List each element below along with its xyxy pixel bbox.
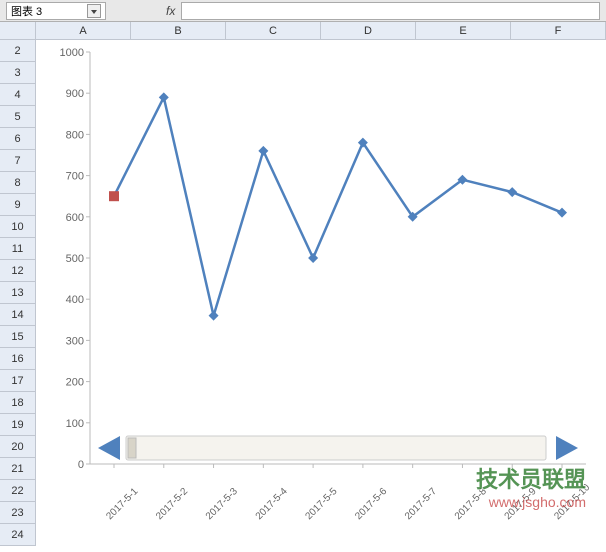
row-header[interactable]: 19 [0,414,35,436]
row-header[interactable]: 17 [0,370,35,392]
scroll-left-icon[interactable] [98,436,120,460]
svg-text:2017-5-10: 2017-5-10 [552,482,592,522]
row-headers: 2 3 4 5 6 7 8 9 10 11 12 13 14 15 16 17 … [0,40,36,546]
line-chart: 0 100 200 300 400 500 600 700 800 900 1000 2017-5-1… [44,44,596,544]
col-header[interactable]: B [131,22,226,39]
row-header[interactable]: 22 [0,480,35,502]
row-header[interactable]: 5 [0,106,35,128]
svg-text:0: 0 [78,459,84,471]
svg-text:2017-5-5: 2017-5-5 [303,486,339,522]
column-headers: A B C D E F [0,22,606,40]
row-header[interactable]: 9 [0,194,35,216]
row-header[interactable]: 24 [0,524,35,546]
svg-text:600: 600 [66,212,84,224]
row-header[interactable]: 6 [0,128,35,150]
row-header[interactable]: 14 [0,304,35,326]
spreadsheet-area: A B C D E F 2 3 4 5 6 7 8 9 10 11 12 13 … [0,22,606,550]
svg-text:2017-5-3: 2017-5-3 [204,486,240,522]
col-header[interactable]: D [321,22,416,39]
svg-text:2017-5-9: 2017-5-9 [503,486,539,522]
row-header[interactable]: 13 [0,282,35,304]
row-header[interactable]: 21 [0,458,35,480]
svg-text:2017-5-4: 2017-5-4 [254,486,290,522]
chart-object[interactable]: 0 100 200 300 400 500 600 700 800 900 1000 2017-5-1… [44,44,596,544]
scroll-right-icon[interactable] [556,436,578,460]
svg-text:2017-5-7: 2017-5-7 [403,486,439,522]
row-header[interactable]: 7 [0,150,35,172]
chevron-down-icon[interactable] [87,4,101,18]
svg-text:400: 400 [66,294,84,306]
name-box[interactable]: 图表 3 [6,2,106,20]
svg-text:500: 500 [66,253,84,265]
row-header[interactable]: 3 [0,62,35,84]
row-header[interactable]: 23 [0,502,35,524]
row-header[interactable]: 12 [0,260,35,282]
row-header[interactable]: 4 [0,84,35,106]
row-header[interactable]: 8 [0,172,35,194]
formula-bar: 图表 3 fx [0,0,606,22]
col-header[interactable]: E [416,22,511,39]
svg-text:200: 200 [66,377,84,389]
row-header[interactable]: 2 [0,40,35,62]
select-all-corner[interactable] [0,22,36,39]
svg-text:2017-5-6: 2017-5-6 [353,486,389,522]
svg-text:300: 300 [66,335,84,347]
name-box-value: 图表 3 [11,3,42,19]
svg-text:700: 700 [66,171,84,183]
col-header[interactable]: A [36,22,131,39]
row-header[interactable]: 16 [0,348,35,370]
col-header[interactable]: C [226,22,321,39]
row-header[interactable]: 20 [0,436,35,458]
svg-text:2017-5-1: 2017-5-1 [104,486,140,522]
svg-text:2017-5-2: 2017-5-2 [154,486,190,522]
svg-text:1000: 1000 [60,47,84,59]
row-header[interactable]: 10 [0,216,35,238]
row-header[interactable]: 18 [0,392,35,414]
svg-text:800: 800 [66,129,84,141]
col-header[interactable]: F [511,22,606,39]
svg-text:100: 100 [66,418,84,430]
fx-label: fx [166,4,175,18]
svg-text:900: 900 [66,88,84,100]
svg-text:2017-5-8: 2017-5-8 [453,486,489,522]
formula-input[interactable] [181,2,600,20]
row-header[interactable]: 11 [0,238,35,260]
row-header[interactable]: 15 [0,326,35,348]
